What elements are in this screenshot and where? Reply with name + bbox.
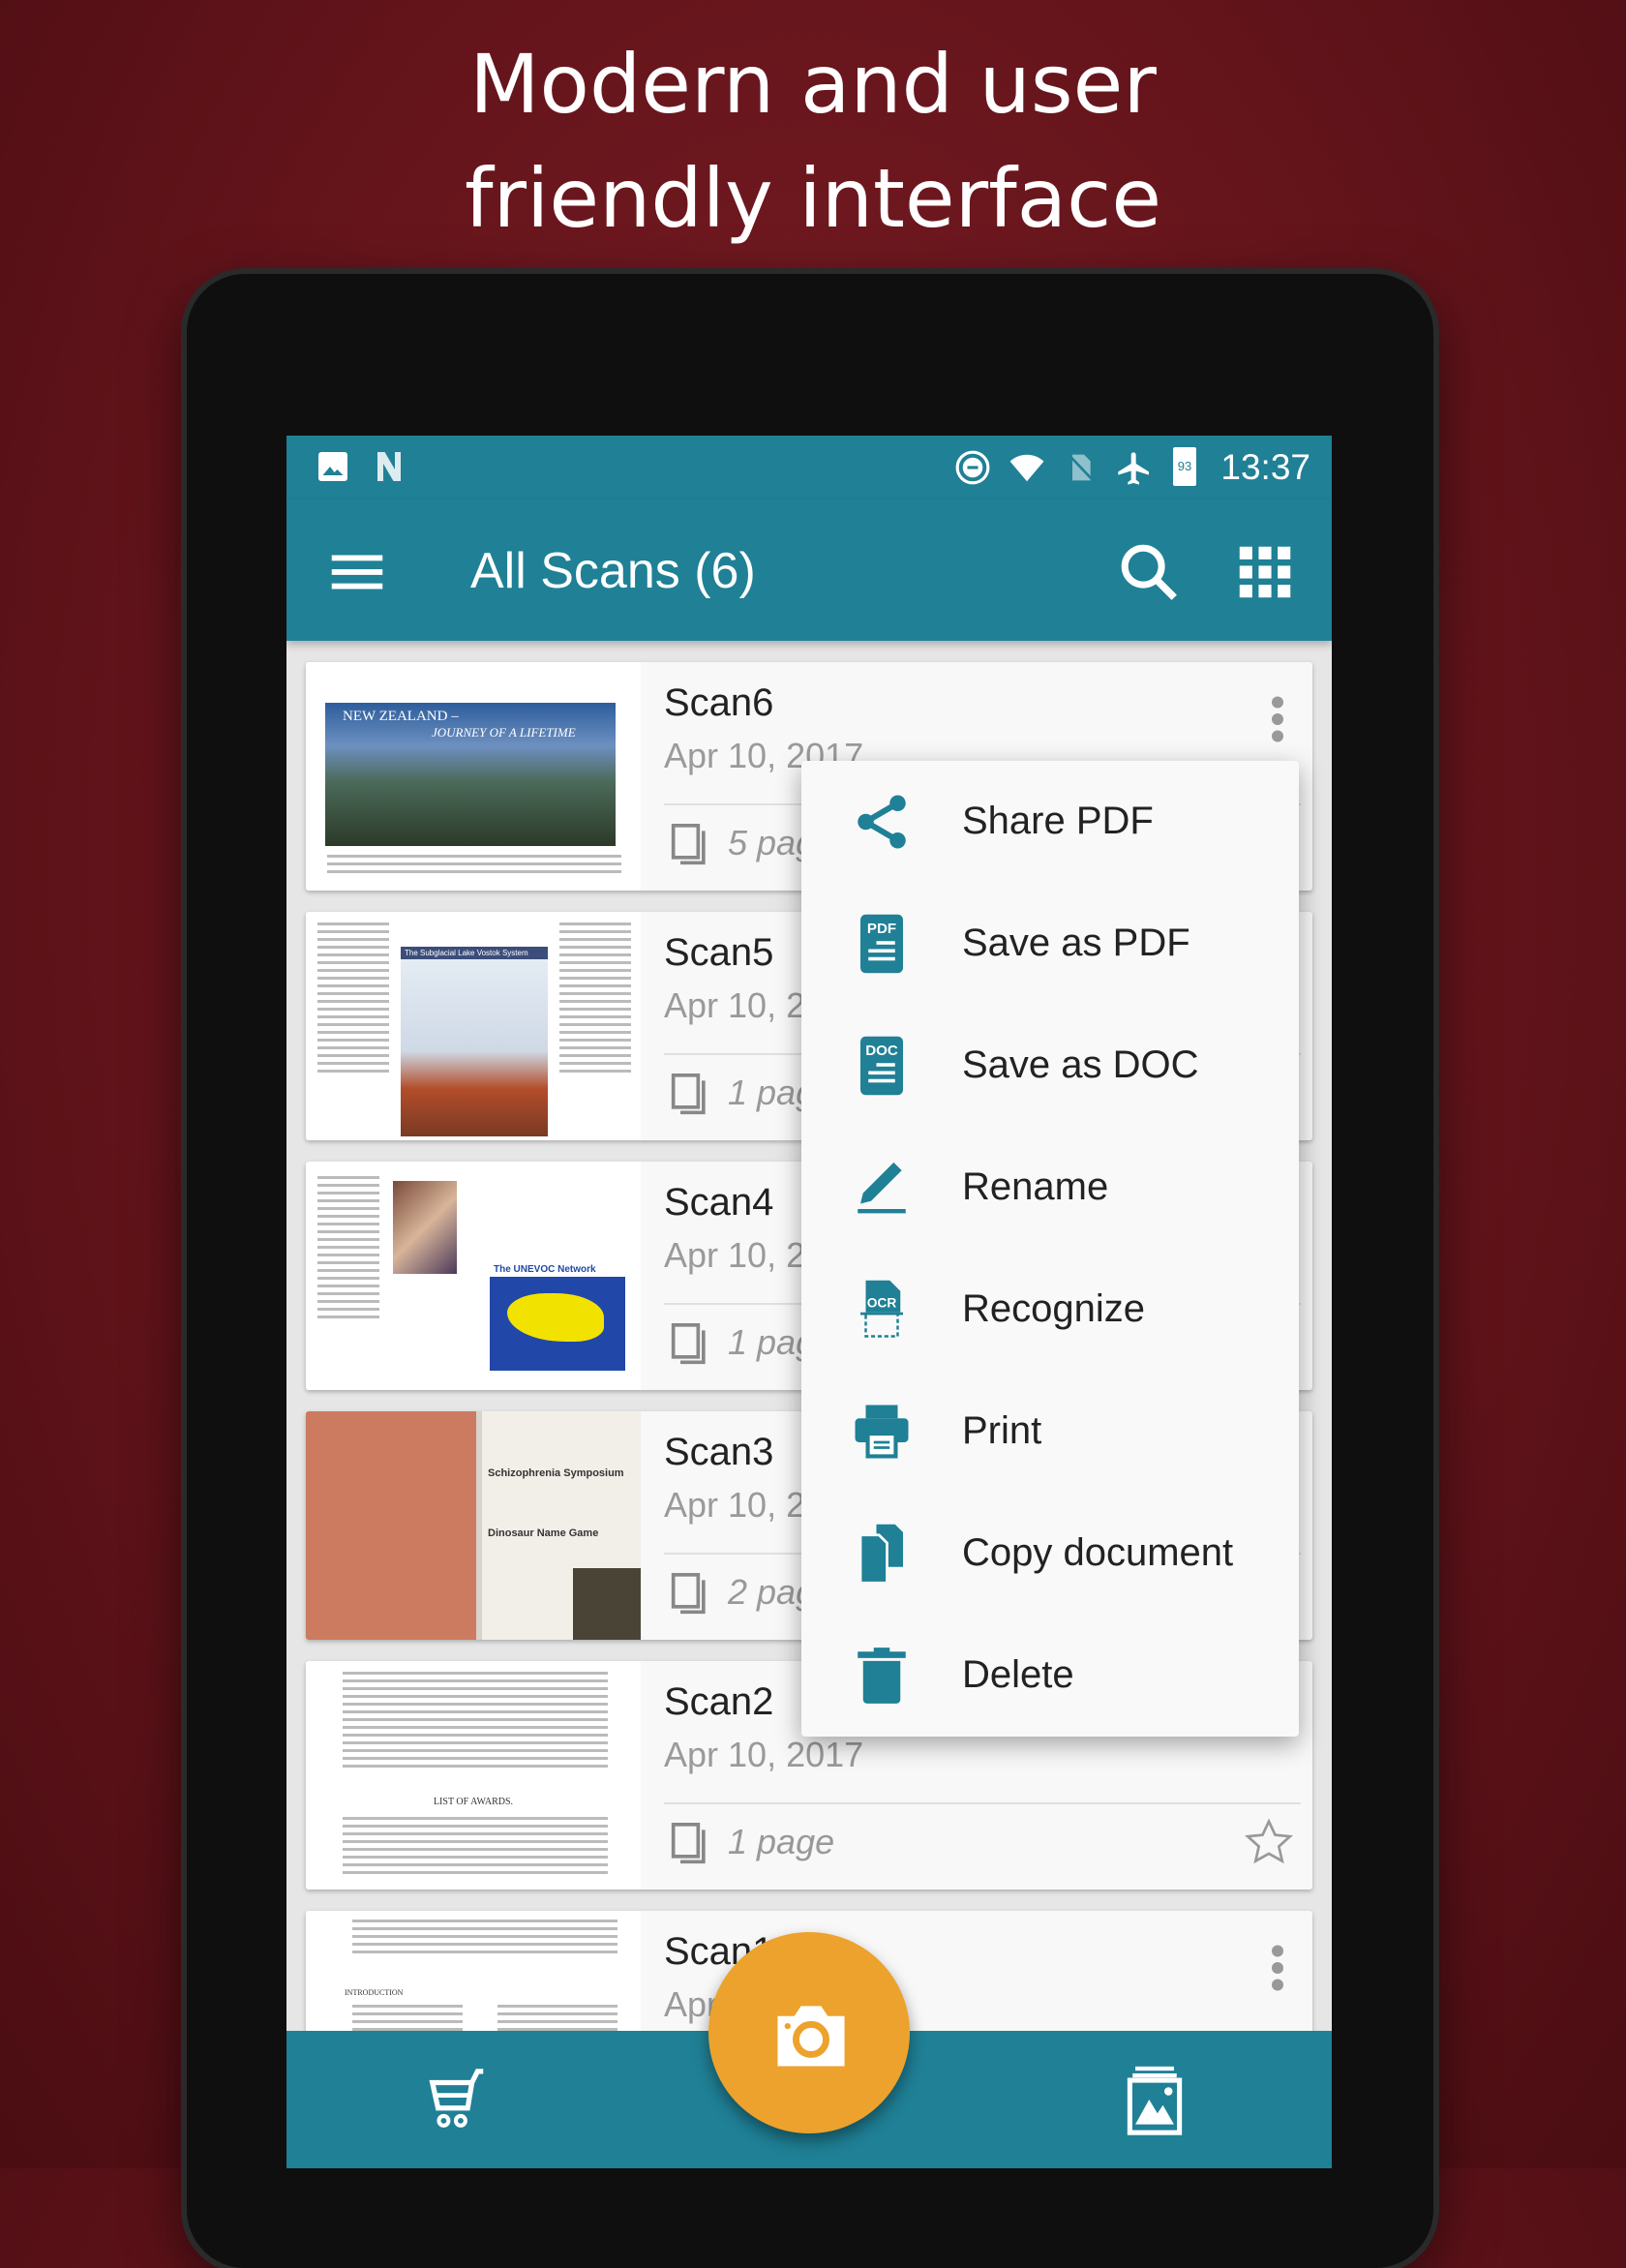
copy-icon — [858, 1524, 903, 1585]
pages-icon — [671, 1573, 706, 1615]
thumbnail-title: LIST OF AWARDS. — [433, 1797, 514, 1807]
menu-item-delete[interactable]: Delete — [801, 1615, 1299, 1737]
headline-line-1: Modern and user — [469, 37, 1157, 132]
menu-item-save-as-pdf[interactable]: PDF Save as PDF — [801, 883, 1299, 1005]
ocr-icon: OCR — [860, 1280, 903, 1338]
menu-item-print[interactable]: Print — [801, 1371, 1299, 1493]
thumbnail-title: NEW ZEALAND – — [343, 709, 459, 724]
menu-item-label: Save as PDF — [962, 922, 1190, 964]
scan-thumbnail[interactable]: Schizophrenia Symposium Dinosaur Name Ga… — [306, 1411, 641, 1640]
menu-item-recognize[interactable]: OCR Recognize — [801, 1249, 1299, 1371]
page-title: All Scans (6) — [470, 543, 756, 599]
scan-context-menu: Share PDF PDF Save as PDF DOC Save as DO… — [801, 761, 1299, 1737]
n-notification-icon — [377, 452, 401, 481]
scan-name: Scan6 — [664, 681, 774, 724]
share-icon — [858, 795, 906, 849]
pages-icon — [671, 1323, 706, 1365]
doc-badge-text: DOC — [865, 1043, 898, 1059]
thumbnail-photo — [393, 1181, 457, 1274]
menu-item-label: Delete — [962, 1653, 1074, 1696]
menu-item-copy-document[interactable]: Copy document — [801, 1493, 1299, 1615]
thumbnail-title: The Subglacial Lake Vostok System — [401, 947, 548, 959]
thumbnail-photo: NEW ZEALAND – JOURNEY OF A LIFETIME — [325, 703, 616, 846]
shopping-cart-icon[interactable] — [424, 2066, 492, 2133]
do-not-disturb-icon — [955, 450, 990, 485]
more-options-icon[interactable] — [1270, 1944, 1285, 1992]
menu-item-rename[interactable]: Rename — [801, 1127, 1299, 1249]
app-bar: All Scans (6) — [286, 499, 1332, 641]
ocr-badge-text: OCR — [867, 1295, 897, 1310]
thumbnail-title: INTRODUCTION — [345, 1988, 404, 1997]
scan-name: Scan4 — [664, 1181, 774, 1224]
menu-item-label: Rename — [962, 1165, 1109, 1208]
thumbnail-subtitle: Dinosaur Name Game — [488, 1527, 599, 1539]
grid-view-icon[interactable] — [1231, 538, 1299, 606]
status-time: 13:37 — [1220, 447, 1310, 487]
battery-icon: 93 — [1173, 447, 1196, 486]
search-icon[interactable] — [1115, 538, 1183, 606]
promo-headline: Modern and user friendly interface — [0, 27, 1626, 256]
hamburger-menu-icon[interactable] — [323, 538, 391, 606]
thumbnail-title: Schizophrenia Symposium — [488, 1467, 624, 1479]
headline-line-2: friendly interface — [464, 151, 1162, 246]
pages-icon — [671, 1823, 706, 1864]
doc-file-icon: DOC — [860, 1036, 903, 1096]
pencil-icon — [858, 1162, 906, 1214]
scan-thumbnail[interactable]: The UNEVOC Network — [306, 1162, 641, 1390]
menu-item-label: Print — [962, 1409, 1042, 1452]
scan-name: Scan5 — [664, 931, 774, 974]
pages-icon — [671, 823, 706, 865]
menu-item-share-pdf[interactable]: Share PDF — [801, 761, 1299, 883]
scan-date: Apr 10, 2017 — [664, 1735, 864, 1774]
card-divider — [664, 1802, 1301, 1804]
scan-thumbnail[interactable]: LIST OF AWARDS. — [306, 1661, 641, 1890]
trash-icon — [858, 1648, 906, 1704]
pdf-file-icon: PDF — [860, 914, 903, 974]
no-sim-icon — [1069, 454, 1095, 482]
scan-name: Scan2 — [664, 1680, 774, 1723]
status-bar: 93 13:37 — [286, 436, 1332, 499]
menu-item-label: Recognize — [962, 1287, 1146, 1330]
scan-thumbnail[interactable]: NEW ZEALAND – JOURNEY OF A LIFETIME — [306, 662, 641, 891]
camera-icon — [777, 2006, 845, 2067]
thumbnail-page-right: Schizophrenia Symposium Dinosaur Name Ga… — [482, 1411, 641, 1640]
pages-icon — [671, 1074, 706, 1115]
airplane-mode-icon — [1118, 452, 1149, 485]
image-notification-icon — [318, 452, 347, 481]
favorite-star-icon[interactable] — [1243, 1816, 1295, 1868]
battery-level: 93 — [1177, 459, 1192, 473]
printer-icon — [855, 1405, 909, 1459]
wifi-icon — [1009, 454, 1044, 482]
app-screen: 93 13:37 All Scans (6) NEW ZEALAND – JOU… — [286, 436, 1332, 2168]
menu-item-save-as-doc[interactable]: DOC Save as DOC — [801, 1005, 1299, 1127]
menu-item-label: Share PDF — [962, 800, 1154, 842]
menu-item-label: Copy document — [962, 1531, 1234, 1574]
thumbnail-map: The UNEVOC Network — [490, 1262, 625, 1371]
thumbnail-title: The UNEVOC Network — [490, 1262, 625, 1277]
scan-thumbnail[interactable]: The Subglacial Lake Vostok System — [306, 912, 641, 1140]
thumbnail-page-left — [306, 1411, 476, 1640]
thumbnail-subtitle: JOURNEY OF A LIFETIME — [432, 725, 576, 740]
menu-item-label: Save as DOC — [962, 1043, 1199, 1086]
scan-name: Scan3 — [664, 1431, 774, 1473]
gallery-icon[interactable] — [1121, 2064, 1189, 2135]
scan-page-count: 1 page — [728, 1822, 835, 1861]
pdf-badge-text: PDF — [867, 921, 896, 937]
thumbnail-diagram: The Subglacial Lake Vostok System — [401, 947, 548, 1136]
more-options-icon[interactable] — [1270, 695, 1285, 743]
camera-scan-button[interactable] — [708, 1932, 910, 2133]
